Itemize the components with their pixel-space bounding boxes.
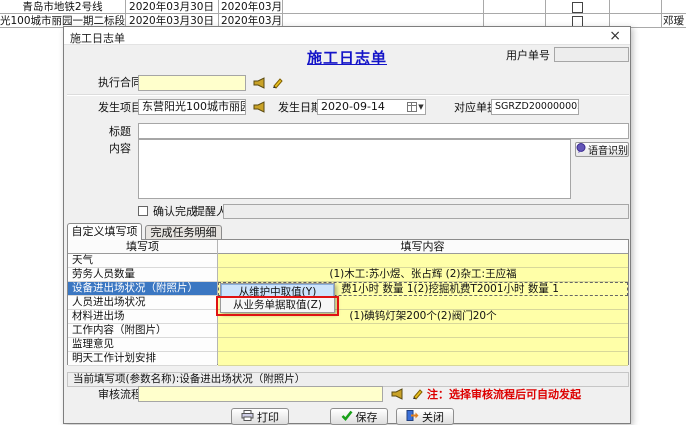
- fill-item-label[interactable]: 设备进出场状况（附照片）: [68, 282, 217, 296]
- content-textarea[interactable]: [138, 139, 571, 199]
- print-button[interactable]: 打印: [231, 408, 289, 425]
- review-flow-input[interactable]: [138, 386, 383, 402]
- green-check-icon: [341, 410, 353, 424]
- construction-log-dialog: 施工日志单 × 施工日志单 用户单号 执行合同 发生项目 东营阳光100城市丽园…: [63, 26, 631, 424]
- confirm-checkbox[interactable]: [138, 206, 148, 216]
- table-row[interactable]: 材料进出场 (1)碘钨灯架200个(2)阀门20个: [68, 310, 628, 324]
- contract-label: 执行合同: [98, 76, 142, 90]
- close-x-icon[interactable]: ×: [609, 28, 621, 44]
- tab-custom-fill-items[interactable]: 自定义填写项: [67, 223, 142, 240]
- voice-bubble-icon: [576, 143, 586, 156]
- divider: [661, 0, 662, 28]
- reminder-input[interactable]: [223, 204, 629, 219]
- fill-item-label[interactable]: 劳务人员数量: [68, 268, 217, 282]
- table-row[interactable]: 监理意见: [68, 338, 628, 352]
- bg-date2: 2020年03月3: [221, 1, 281, 13]
- divider: [125, 0, 126, 28]
- divider: [545, 0, 546, 28]
- user-no-label: 用户单号: [506, 49, 550, 63]
- pencil-edit-icon[interactable]: [411, 387, 424, 403]
- table-row[interactable]: 劳务人员数量 (1)木工:苏小煜、张占辉 (2)杂工:王应福: [68, 268, 628, 282]
- save-button[interactable]: 保存: [330, 408, 388, 425]
- bg-signer: 邓瑷: [663, 15, 686, 27]
- divider: [218, 0, 219, 28]
- fill-item-label[interactable]: 天气: [68, 254, 217, 268]
- divider: [609, 0, 610, 28]
- doc-input[interactable]: SGRZD200000002: [491, 99, 579, 115]
- fill-item-label[interactable]: 人员进出场状况: [68, 296, 217, 310]
- column-header: 填写内容: [217, 240, 628, 253]
- column-header: 填写项: [68, 240, 217, 253]
- row-checkbox[interactable]: [572, 2, 583, 13]
- fill-item-label[interactable]: 监理意见: [68, 338, 217, 352]
- print-button-label: 打印: [257, 409, 279, 425]
- table-row[interactable]: 明天工作计划安排: [68, 352, 628, 366]
- title-input[interactable]: [138, 123, 629, 139]
- tab-completed-task-detail[interactable]: 完成任务明细: [145, 225, 222, 240]
- bg-project-name: 青岛市地铁2号线: [0, 1, 125, 13]
- fill-item-label[interactable]: 材料进出场: [68, 310, 217, 324]
- review-flow-label: 审核流程: [98, 388, 142, 402]
- date-input[interactable]: 2020-09-14 ▼: [317, 99, 426, 115]
- speaker-picker-icon[interactable]: [391, 388, 404, 403]
- pencil-edit-icon[interactable]: [271, 76, 284, 92]
- date-label: 发生日期: [278, 101, 322, 115]
- close-button[interactable]: 关闭: [396, 408, 454, 425]
- dialog-title: 施工日志单: [70, 30, 125, 46]
- save-button-label: 保存: [356, 409, 378, 425]
- background-table: 青岛市地铁2号线 2020年03月30日 2020年03月3 东营阳光100城市…: [0, 0, 686, 28]
- calendar-dropdown-icon[interactable]: ▼: [407, 101, 424, 113]
- table-row[interactable]: 人员进出场状况: [68, 296, 628, 310]
- table-row[interactable]: 天气: [68, 254, 628, 268]
- fill-item-content[interactable]: [218, 352, 628, 366]
- menu-item-get-from-maintenance[interactable]: 从维护中取值(Y): [221, 284, 334, 298]
- fill-item-label[interactable]: 明天工作计划安排: [68, 352, 217, 366]
- voice-button-label: 语音识别: [588, 142, 628, 157]
- printer-icon: [241, 410, 254, 424]
- close-button-label: 关闭: [422, 409, 444, 425]
- fill-items-table: 填写项 填写内容 天气 劳务人员数量 (1)木工:苏小煜、张占辉 (2)杂工:王…: [67, 239, 629, 365]
- speaker-picker-icon[interactable]: [253, 77, 266, 92]
- dialog-titlebar[interactable]: 施工日志单 ×: [64, 27, 630, 45]
- contract-input[interactable]: [138, 75, 246, 91]
- fill-item-content[interactable]: [218, 254, 628, 268]
- review-note: 注：选择审核流程后可自动发起: [427, 388, 581, 402]
- project-label: 发生项目: [98, 101, 142, 115]
- divider: [67, 94, 629, 96]
- fill-item-content[interactable]: (1)木工:苏小煜、张占辉 (2)杂工:王应福: [218, 268, 628, 282]
- user-no-input[interactable]: [554, 47, 629, 62]
- content-label: 内容: [109, 142, 131, 156]
- confirm-label: 确认完成: [153, 205, 197, 219]
- current-item-statusbar: 当前填写项(参数名称):设备进出场状况（附照片）: [67, 372, 629, 387]
- fill-item-label[interactable]: 工作内容（附图片）: [68, 324, 217, 338]
- exit-door-icon: [406, 410, 419, 424]
- divider: [483, 0, 484, 28]
- divider: [282, 0, 283, 28]
- project-input[interactable]: 东营阳光100城市丽园一期二标段: [138, 99, 246, 115]
- menu-item-get-from-business-doc[interactable]: 从业务单据取值(Z): [221, 298, 334, 312]
- table-row-selected[interactable]: 设备进出场状况（附照片） 费1小时 数量 1(2)挖掘机费T2001小时 数量 …: [68, 282, 628, 296]
- fill-item-content[interactable]: [218, 338, 628, 352]
- bg-date1: 2020年03月30日: [125, 1, 218, 13]
- speaker-picker-icon[interactable]: [253, 101, 266, 116]
- date-value: 2020-09-14: [321, 100, 385, 113]
- context-menu: 从维护中取值(Y) 从业务单据取值(Z): [220, 283, 335, 313]
- title-label: 标题: [109, 125, 131, 139]
- fill-item-content[interactable]: [218, 324, 628, 338]
- table-row[interactable]: 工作内容（附图片）: [68, 324, 628, 338]
- table-header: 填写项 填写内容: [68, 240, 628, 254]
- voice-recognition-button[interactable]: 语音识别: [575, 142, 629, 157]
